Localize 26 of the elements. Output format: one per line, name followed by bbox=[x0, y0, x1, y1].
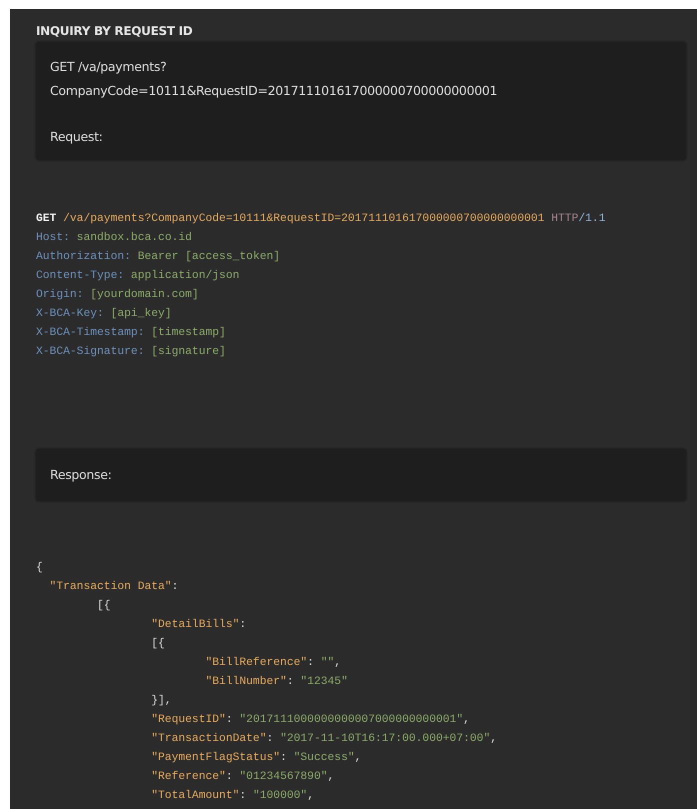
code-line: [{ bbox=[150, 636, 165, 652]
code-line: [{ bbox=[96, 598, 111, 614]
code-line: "BillNumber": "12345" bbox=[204, 674, 348, 690]
code-line: Host: sandbox.bca.co.id bbox=[36, 230, 192, 246]
section-title: INQUIRY BY REQUEST ID bbox=[36, 23, 192, 40]
code-line: "TotalAmount": "100000", bbox=[150, 788, 314, 804]
request-label: Request: bbox=[50, 128, 103, 146]
response-label: Response: bbox=[50, 466, 112, 484]
code-line: "RequestID": "2017111000000000007000000000001", bbox=[150, 712, 470, 728]
code-line: "DetailBills": bbox=[150, 618, 246, 633]
code-line: X-BCA-Key: [api_key] bbox=[36, 306, 172, 322]
endpoint-text: CompanyCode=10111&RequestID=201711101617000000700000000001 bbox=[50, 82, 498, 100]
code-line: "PaymentFlagStatus": "Success", bbox=[150, 750, 362, 766]
code-line: Authorization: Bearer [access_token] bbox=[36, 250, 280, 265]
endpoint-text: GET /va/payments? bbox=[50, 58, 166, 76]
code-line: X-BCA-Timestamp: [timestamp] bbox=[36, 326, 226, 341]
code-line: Content-Type: application/json bbox=[36, 268, 240, 284]
code-line: "Reference": "01234567890", bbox=[150, 770, 334, 785]
code-line: "Transaction Data": bbox=[48, 580, 178, 595]
code-line: "TransactionDate": "2017-11-10T16:17:00.000+07:00", bbox=[150, 732, 498, 747]
code-line: Origin: [yourdomain.com] bbox=[36, 288, 199, 303]
code-line: { bbox=[36, 560, 43, 576]
code-line: "BillReference": "", bbox=[204, 656, 342, 671]
code-line: GET /va/payments?CompanyCode=10111&RequestID=201711101617000000700000000001 HTTP/1.1 bbox=[36, 212, 606, 227]
code-line: X-BCA-Signature: [signature] bbox=[36, 344, 226, 360]
code-line: }], bbox=[150, 694, 172, 709]
